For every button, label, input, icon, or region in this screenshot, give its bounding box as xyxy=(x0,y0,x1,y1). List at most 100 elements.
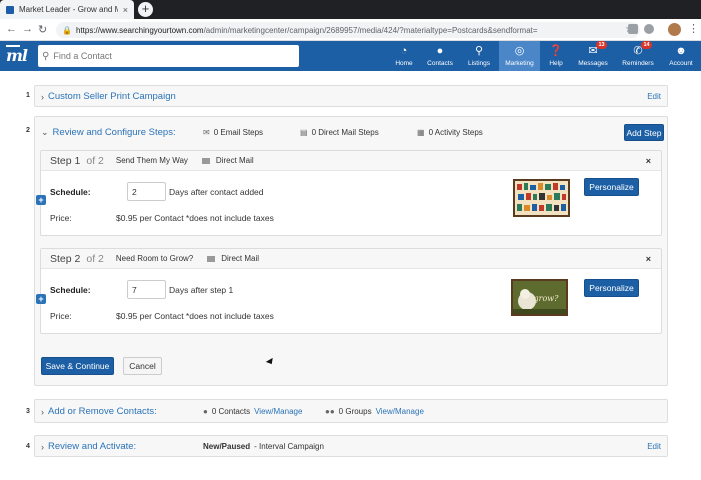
section-number: 1 xyxy=(26,92,30,99)
section-header[interactable]: › Review and Activate: xyxy=(41,441,136,452)
section-header[interactable]: › Custom Seller Print Campaign xyxy=(41,91,176,102)
page-content: 1 › Custom Seller Print Campaign Edit 2 … xyxy=(0,71,701,480)
schedule-days-input[interactable] xyxy=(127,182,166,201)
direct-mail-icon xyxy=(201,157,210,164)
group-icon: ●● xyxy=(325,407,335,416)
profile-avatar-icon[interactable] xyxy=(668,23,681,36)
envelope-icon: ✉ 13 xyxy=(588,41,607,57)
browser-tab-bar: Market Leader - Grow and Mana × + xyxy=(0,0,701,19)
step-of: of 2 xyxy=(86,154,104,167)
groups-view-manage-link[interactable]: View/Manage xyxy=(376,407,424,416)
url-path: /admin/marketingcenter/campaign/2689957/… xyxy=(203,25,538,35)
nav-listings[interactable]: ⚲ Listings xyxy=(464,41,494,71)
add-step-plus-icon[interactable]: + xyxy=(36,195,46,205)
nav-home[interactable]: ◔ Home xyxy=(389,41,419,71)
edit-link[interactable]: Edit xyxy=(647,92,661,101)
url-host: https://www.searchingyourtown.com xyxy=(75,25,204,35)
camera-extension-icon[interactable] xyxy=(628,24,638,34)
contacts-view-manage-link[interactable]: View/Manage xyxy=(254,407,302,416)
user-icon: ☻ xyxy=(675,45,687,57)
dashboard-icon: ◔ xyxy=(400,45,408,57)
remove-step-icon[interactable]: × xyxy=(646,254,651,264)
extension-icon[interactable] xyxy=(644,24,654,34)
calendar-icon: ▦ xyxy=(417,128,425,137)
section-title[interactable]: Review and Activate: xyxy=(48,441,136,452)
app-header: ml ⚲ ◔ Home ● Contacts ⚲ Listings ◎ Mark… xyxy=(0,41,701,71)
section-header[interactable]: ⌄ Review and Configure Steps: xyxy=(41,127,176,138)
edit-link[interactable]: Edit xyxy=(647,442,661,451)
price-text: $0.95 per Contact *does not include taxe… xyxy=(116,213,274,223)
nav-contacts[interactable]: ● Contacts xyxy=(424,41,456,71)
save-continue-button[interactable]: Save & Continue xyxy=(41,357,114,375)
personalize-button[interactable]: Personalize xyxy=(584,279,639,297)
direct-mail-icon xyxy=(207,255,216,262)
section-title[interactable]: Review and Configure Steps: xyxy=(53,127,176,138)
section-number: 3 xyxy=(26,408,30,415)
search-icon: ⚲ xyxy=(42,50,50,62)
messages-badge: 13 xyxy=(596,41,607,49)
chevron-right-icon: › xyxy=(41,91,44,102)
step-label: Step 2 xyxy=(50,252,81,265)
contact-search[interactable]: ⚲ xyxy=(38,45,299,67)
browser-tab[interactable]: Market Leader - Grow and Mana × xyxy=(0,0,134,19)
remove-step-icon[interactable]: × xyxy=(646,156,651,166)
target-icon: ◎ xyxy=(514,45,525,57)
section-title[interactable]: Custom Seller Print Campaign xyxy=(48,91,176,102)
nav-account[interactable]: ☻ Account xyxy=(665,41,697,71)
nav-reminders[interactable]: ✆ 14 Reminders xyxy=(619,41,657,71)
chevron-right-icon: › xyxy=(41,406,44,417)
step-type: Direct Mail xyxy=(215,156,254,165)
nav-label: Marketing xyxy=(505,60,534,67)
price-label: Price: xyxy=(50,213,72,223)
chevron-down-icon: ⌄ xyxy=(41,127,49,137)
nav-help[interactable]: ❓ Help xyxy=(544,41,568,71)
step-type: Direct Mail xyxy=(221,254,260,263)
postcard-image: grow? xyxy=(513,281,566,314)
direct-mail-steps-label: 0 Direct Mail Steps xyxy=(311,128,379,137)
price-text: $0.95 per Contact *does not include taxe… xyxy=(116,311,274,321)
nav-label: Help xyxy=(549,60,563,67)
personalize-button[interactable]: Personalize xyxy=(584,178,639,196)
nav-label: Contacts xyxy=(427,60,453,67)
search-input[interactable] xyxy=(53,51,284,61)
reload-icon[interactable]: ↻ xyxy=(38,23,47,36)
schedule-days-input[interactable] xyxy=(127,280,166,299)
status-detail: - Interval Campaign xyxy=(254,442,324,451)
activity-steps-label: 0 Activity Steps xyxy=(428,128,483,137)
help-icon: ❓ xyxy=(549,45,563,57)
nav-messages[interactable]: ✉ 13 Messages xyxy=(576,41,610,71)
postcard-preview[interactable]: grow? xyxy=(511,279,568,316)
bell-icon: ✆ 14 xyxy=(633,41,652,57)
section-contacts: › Add or Remove Contacts: ● 0 Contacts V… xyxy=(34,399,668,423)
step-name: Need Room to Grow? xyxy=(115,254,194,263)
step-name: Send Them My Way xyxy=(115,156,188,165)
forward-arrow-icon[interactable]: → xyxy=(22,23,33,35)
section-campaign-name: › Custom Seller Print Campaign Edit xyxy=(34,85,668,107)
step-card-2: Step 2 of 2 Need Room to Grow? Direct Ma… xyxy=(40,248,662,334)
nav-label: Account xyxy=(669,60,693,67)
section-activate: › Review and Activate: New/Paused - Inte… xyxy=(34,435,668,457)
section-title[interactable]: Add or Remove Contacts: xyxy=(48,406,157,417)
status-value: New/Paused xyxy=(203,442,251,451)
postcard-preview[interactable] xyxy=(513,179,570,217)
browser-menu-icon[interactable]: ⋮ xyxy=(688,22,699,35)
schedule-text: Days after contact added xyxy=(169,187,264,197)
add-step-button[interactable]: Add Step xyxy=(624,124,664,141)
step-card-header: Step 1 of 2 Send Them My Way Direct Mail xyxy=(41,151,661,171)
browser-toolbar: ← → ↻ 🔒 https://www.searchingyourtown.co… xyxy=(0,19,701,41)
envelope-icon: ✉ xyxy=(203,128,210,137)
postcard-image xyxy=(517,183,566,211)
new-tab-button[interactable]: + xyxy=(138,2,153,17)
section-number: 4 xyxy=(26,443,30,450)
nav-marketing[interactable]: ◎ Marketing xyxy=(499,41,540,71)
add-step-plus-icon[interactable]: + xyxy=(36,294,46,304)
email-steps-label: 0 Email Steps xyxy=(213,128,264,137)
site-favicon-icon xyxy=(6,5,14,14)
mail-icon: ▤ xyxy=(300,128,308,137)
cancel-button[interactable]: Cancel xyxy=(123,357,162,375)
back-arrow-icon[interactable]: ← xyxy=(6,23,17,35)
app-logo[interactable]: ml xyxy=(6,46,28,65)
address-bar[interactable]: 🔒 https://www.searchingyourtown.com/admi… xyxy=(56,22,640,38)
tab-close-icon[interactable]: × xyxy=(123,5,128,15)
section-header[interactable]: › Add or Remove Contacts: xyxy=(41,406,157,417)
